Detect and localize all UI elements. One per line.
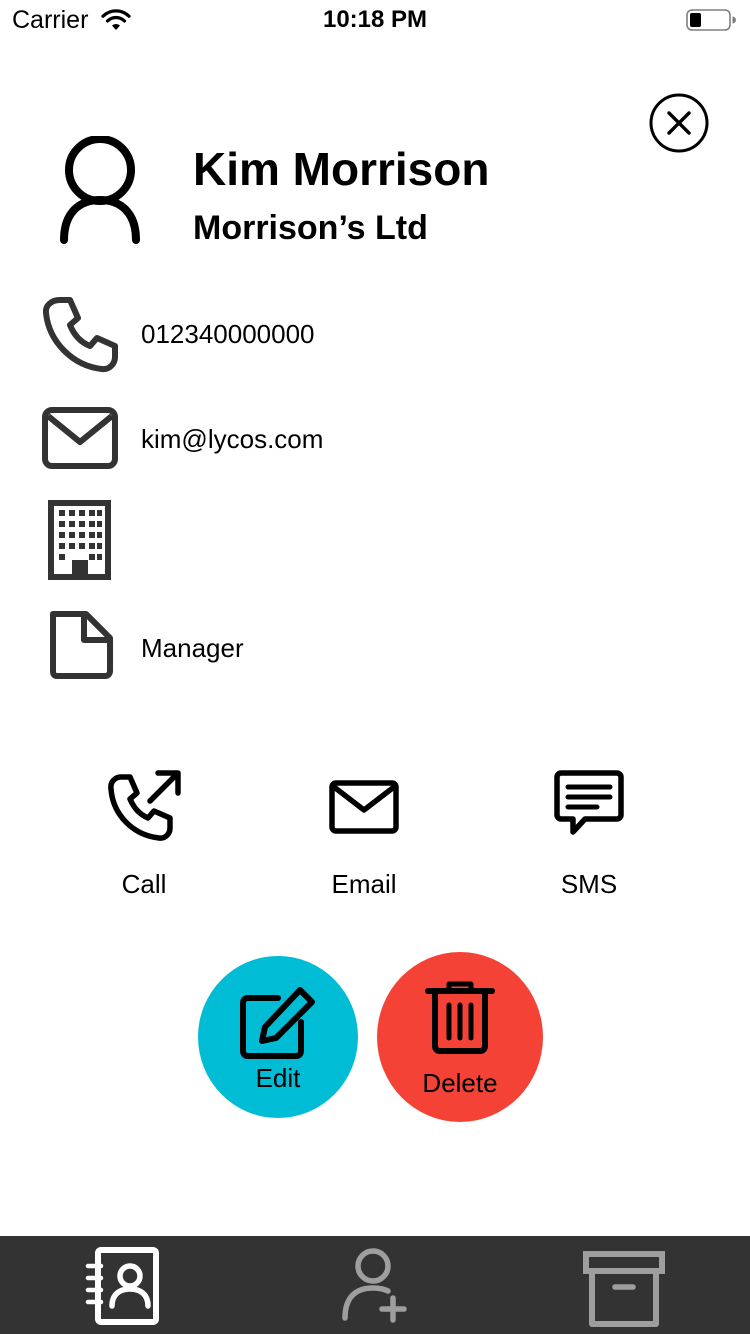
email-action-button[interactable]: Email bbox=[284, 765, 444, 910]
edit-button-label: Edit bbox=[255, 1063, 301, 1093]
phone-outgoing-icon bbox=[108, 770, 181, 841]
contact-company: Morrison’s Ltd bbox=[193, 209, 428, 247]
tab-contacts[interactable] bbox=[0, 1236, 250, 1334]
bottom-tab-bar bbox=[0, 1236, 750, 1334]
delete-button-label: Delete bbox=[422, 1068, 498, 1098]
email-action-label: Email bbox=[331, 869, 397, 899]
person-outline-icon bbox=[60, 136, 140, 244]
office-building-icon bbox=[48, 500, 111, 580]
status-time: 10:18 PM bbox=[322, 6, 428, 33]
contact-name: Kim Morrison bbox=[193, 143, 490, 195]
archive-box-icon bbox=[583, 1251, 665, 1327]
pencil-edit-icon bbox=[240, 987, 315, 1059]
contacts-book-icon bbox=[85, 1247, 159, 1325]
contact-phone[interactable]: 012340000000 bbox=[141, 319, 315, 350]
battery-icon bbox=[686, 9, 736, 31]
tab-add-contact[interactable] bbox=[250, 1236, 500, 1334]
add-person-icon bbox=[342, 1248, 407, 1323]
delete-button[interactable]: Delete bbox=[377, 952, 543, 1122]
call-action-button[interactable]: Call bbox=[64, 765, 224, 910]
phone-icon bbox=[42, 297, 118, 373]
contact-detail-screen: Carrier 10:18 PM Kim Morrison Morrison’s… bbox=[0, 0, 750, 1334]
contact-email[interactable]: kim@lycos.com bbox=[141, 424, 323, 455]
edit-button[interactable]: Edit bbox=[198, 956, 358, 1118]
status-bar: Carrier 10:18 PM bbox=[0, 0, 750, 40]
tab-archive[interactable] bbox=[500, 1236, 750, 1334]
envelope-icon bbox=[42, 407, 118, 469]
sms-action-label: SMS bbox=[560, 869, 618, 899]
call-action-label: Call bbox=[121, 869, 167, 899]
document-icon bbox=[50, 611, 113, 679]
envelope-icon bbox=[329, 780, 399, 834]
sms-action-button[interactable]: SMS bbox=[509, 765, 669, 910]
contact-role: Manager bbox=[141, 633, 244, 663]
trash-icon bbox=[425, 981, 495, 1054]
close-icon[interactable] bbox=[649, 93, 709, 153]
chat-message-icon bbox=[554, 770, 624, 835]
